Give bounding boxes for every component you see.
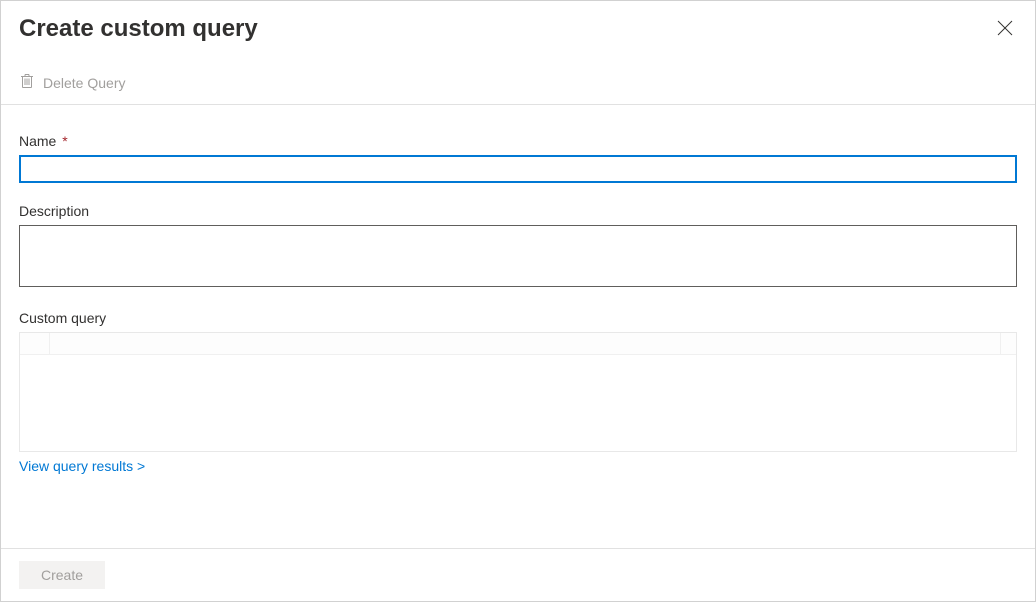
name-field-group: Name * [19,133,1017,183]
editor-top-strip [50,333,1000,355]
custom-query-editor[interactable] [19,332,1017,452]
name-input[interactable] [19,155,1017,183]
required-marker: * [62,133,67,149]
name-label-text: Name [19,133,56,149]
description-input[interactable] [19,225,1017,287]
view-query-results-link[interactable]: View query results > [19,458,145,474]
delete-query-button[interactable]: Delete Query [19,69,125,96]
create-button[interactable]: Create [19,561,105,589]
name-label: Name * [19,133,1017,149]
delete-query-label: Delete Query [43,75,125,91]
panel-header: Create custom query [1,1,1035,51]
toolbar: Delete Query [1,51,1035,105]
close-icon [997,20,1013,39]
editor-right-strip [1000,333,1016,355]
custom-query-field-group: Custom query View query results > [19,310,1017,474]
editor-body[interactable] [20,355,1016,451]
panel-footer: Create [1,548,1035,601]
editor-gutter [20,333,50,355]
description-label: Description [19,203,1017,219]
panel-title: Create custom query [19,15,258,43]
form-body: Name * Description Custom query View que… [1,105,1035,474]
description-field-group: Description [19,203,1017,290]
trash-icon [19,73,35,92]
custom-query-label: Custom query [19,310,1017,326]
close-button[interactable] [993,16,1017,43]
